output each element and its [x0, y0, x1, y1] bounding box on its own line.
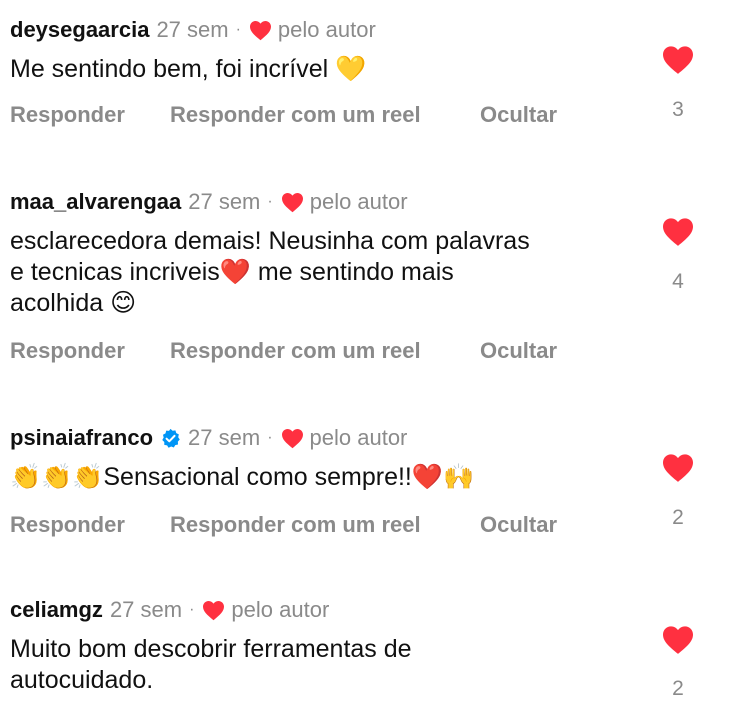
username[interactable]: deysegaarcia: [10, 16, 149, 44]
heart-icon: [281, 192, 304, 213]
comment-time[interactable]: 27 sem: [188, 424, 260, 452]
username[interactable]: celiamgz: [10, 596, 103, 624]
separator-dot: ·: [267, 429, 273, 446]
comment-text: esclarecedora demais! Neusinha com palav…: [10, 227, 530, 317]
heart-icon: [202, 600, 225, 621]
comment-meta: psinaiafranco 27 sem · pelo autor: [10, 424, 407, 452]
separator-dot: ·: [267, 193, 273, 210]
heart-icon: [281, 428, 304, 449]
reply-button[interactable]: Responder: [10, 100, 125, 130]
comment-time[interactable]: 27 sem: [188, 188, 260, 216]
like-heart-icon[interactable]: [661, 625, 695, 655]
hide-button[interactable]: Ocultar: [480, 336, 557, 366]
heart-icon: [249, 20, 272, 41]
comment-meta: maa_alvarengaa 27 sem · pelo autor: [10, 188, 408, 216]
separator-dot: ·: [235, 21, 241, 38]
comment-text: 👏👏👏Sensacional como sempre!!❤️🙌: [10, 463, 475, 491]
verified-badge-icon: [160, 428, 181, 449]
liked-by-author-label: pelo autor: [277, 17, 376, 42]
comment-text: Muito bom descobrir ferramentas de autoc…: [10, 635, 412, 694]
like-heart-icon[interactable]: [661, 45, 695, 75]
like-heart-icon[interactable]: [661, 217, 695, 247]
reply-button[interactable]: Responder: [10, 336, 125, 366]
like-count[interactable]: 3: [661, 97, 695, 123]
like-count[interactable]: 2: [661, 505, 695, 531]
comment-text: Me sentindo bem, foi incrível 💛: [10, 55, 367, 83]
liked-by-author-label: pelo autor: [309, 425, 408, 450]
username[interactable]: psinaiafranco: [10, 424, 153, 452]
reply-with-reel-button[interactable]: Responder com um reel: [170, 100, 421, 130]
like-count[interactable]: 2: [661, 676, 695, 702]
liked-by-author-label: pelo autor: [231, 597, 330, 622]
reply-with-reel-button[interactable]: Responder com um reel: [170, 336, 421, 366]
comment-meta: celiamgz 27 sem · pelo autor: [10, 596, 329, 624]
reply-with-reel-button[interactable]: Responder com um reel: [170, 510, 421, 540]
separator-dot: ·: [189, 601, 195, 618]
hide-button[interactable]: Ocultar: [480, 510, 557, 540]
comment-time[interactable]: 27 sem: [156, 16, 228, 44]
reply-button[interactable]: Responder: [10, 510, 125, 540]
username[interactable]: maa_alvarengaa: [10, 188, 181, 216]
like-heart-icon[interactable]: [661, 453, 695, 483]
hide-button[interactable]: Ocultar: [480, 100, 557, 130]
like-count[interactable]: 4: [661, 269, 695, 295]
comment-meta: deysegaarcia 27 sem · pelo autor: [10, 16, 376, 44]
comment-time[interactable]: 27 sem: [110, 596, 182, 624]
liked-by-author-label: pelo autor: [309, 189, 408, 214]
